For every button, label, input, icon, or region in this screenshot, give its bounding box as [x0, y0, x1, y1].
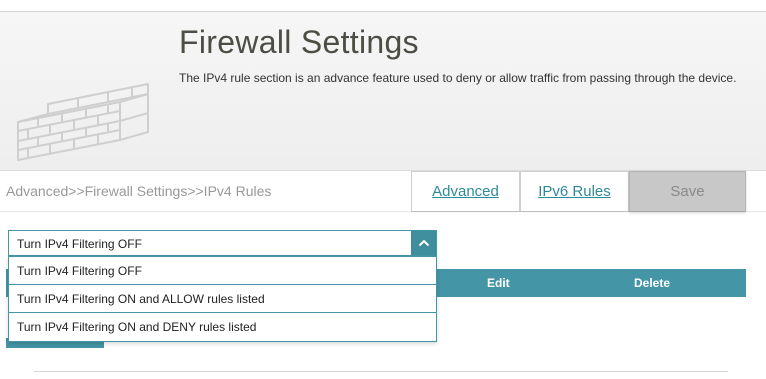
ipv6-rules-link-button[interactable]: IPv6 Rules [520, 171, 629, 212]
divider [0, 211, 766, 213]
chevron-up-icon[interactable] [411, 231, 436, 255]
footer-divider [34, 371, 728, 372]
advanced-link-button[interactable]: Advanced [411, 171, 520, 212]
ipv4-filtering-selected-value: Turn IPv4 Filtering OFF [17, 237, 142, 251]
page-title: Firewall Settings [179, 24, 419, 60]
ipv4-filtering-options: Turn IPv4 Filtering OFF Turn IPv4 Filter… [8, 256, 437, 342]
top-bar [0, 0, 766, 12]
option-filtering-off[interactable]: Turn IPv4 Filtering OFF [9, 257, 436, 285]
option-filtering-deny[interactable]: Turn IPv4 Filtering ON and DENY rules li… [9, 313, 436, 341]
option-filtering-allow[interactable]: Turn IPv4 Filtering ON and ALLOW rules l… [9, 285, 436, 313]
breadcrumb: Advanced>>Firewall Settings>>IPv4 Rules [6, 183, 272, 199]
brick-wall-icon [17, 83, 149, 161]
page-description: The IPv4 rule section is an advance feat… [179, 71, 737, 85]
ipv4-filtering-select[interactable]: Turn IPv4 Filtering OFF [8, 230, 437, 256]
header-banner: Firewall Settings The IPv4 rule section … [0, 12, 766, 171]
firewall-settings-page: Firewall Settings The IPv4 rule section … [0, 0, 766, 379]
column-header-edit: Edit [487, 276, 510, 290]
column-header-delete: Delete [634, 276, 671, 290]
save-button[interactable]: Save [629, 171, 746, 212]
